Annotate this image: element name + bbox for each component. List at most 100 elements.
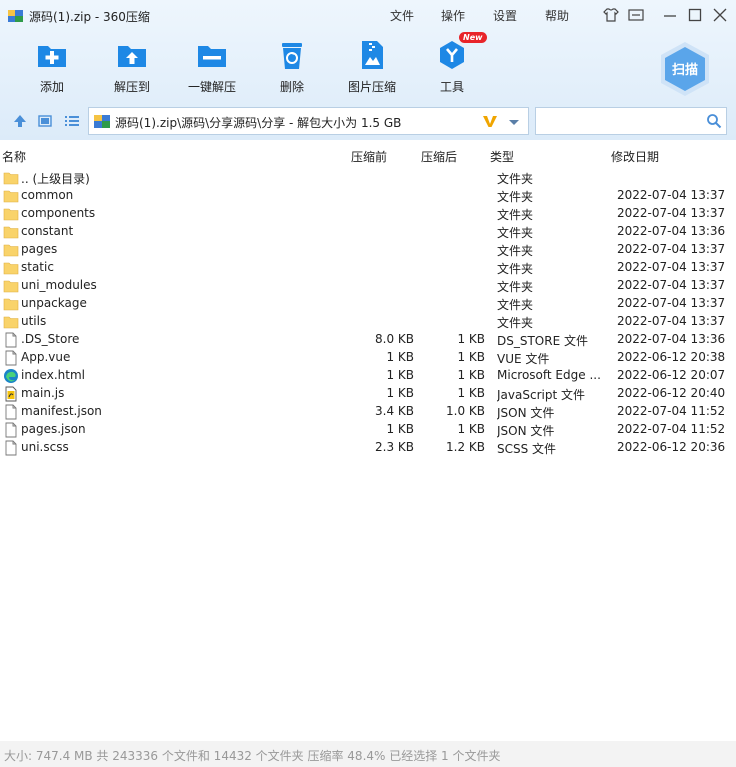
maximize-icon[interactable] <box>686 6 704 24</box>
search-input[interactable] <box>540 112 700 130</box>
extract-to-icon <box>118 46 146 67</box>
top-band: 源码(1).zip - 360压缩 文件 操作 设置 帮助 添加 解压到 一键解… <box>0 0 736 140</box>
file-row[interactable]: uni_modules 文件夹 2022-07-04 13:37 <box>0 277 736 295</box>
column-date[interactable]: 修改日期 <box>611 148 659 165</box>
app-logo-icon <box>8 10 23 22</box>
file-date: 2022-07-04 13:37 <box>617 260 726 274</box>
add-label: 添加 <box>39 80 64 94</box>
file-size-after: 1.0 KB <box>446 404 485 418</box>
file-date: 2022-07-04 11:52 <box>617 422 726 436</box>
extract-to-label: 解压到 <box>113 80 150 94</box>
tools-icon <box>440 41 464 69</box>
file-size-after: 1 KB <box>457 422 485 436</box>
tools-label: 工具 <box>439 80 464 94</box>
address-path: 源码(1).zip\源码\分享源码\分享 - 解包大小为 1.5 GB <box>115 116 402 130</box>
file-name: utils <box>21 314 47 328</box>
file-name: manifest.json <box>21 404 102 418</box>
file-name: pages.json <box>21 422 86 436</box>
file-type: 文件夹 <box>497 280 534 294</box>
scan-button[interactable]: 扫描 <box>656 40 714 98</box>
file-size-before: 1 KB <box>386 350 414 364</box>
file-type: 文件夹 <box>497 298 534 312</box>
image-compress-button[interactable]: 图片压缩 <box>336 38 408 96</box>
file-date: 2022-07-04 13:37 <box>617 296 726 310</box>
file-row[interactable]: pages.json 1 KB 1 KB JSON 文件 2022-07-04 11:5… <box>0 421 736 439</box>
file-name: static <box>21 260 54 274</box>
file-row[interactable]: static 文件夹 2022-07-04 13:37 <box>0 259 736 277</box>
tools-button[interactable]: New 工具 <box>416 32 488 96</box>
file-row[interactable]: utils 文件夹 2022-07-04 13:37 <box>0 313 736 331</box>
v-logo-icon[interactable] <box>482 113 498 129</box>
new-badge: New <box>459 32 487 43</box>
search-icon[interactable] <box>706 113 722 129</box>
file-row[interactable]: manifest.json 3.4 KB 1.0 KB JSON 文件 2022-07-… <box>0 403 736 421</box>
file-name: .DS_Store <box>21 332 80 346</box>
file-icon <box>5 422 17 438</box>
file-row[interactable]: main.js 1 KB 1 KB JavaScript 文件 2022-06-12 2… <box>0 385 736 403</box>
file-size-before: 3.4 KB <box>375 404 414 418</box>
folder-icon <box>3 190 19 203</box>
file-type: Microsoft Edge ... <box>497 368 601 382</box>
list-view-icon[interactable] <box>64 113 80 129</box>
file-row[interactable]: components 文件夹 2022-07-04 13:37 <box>0 205 736 223</box>
file-type: 文件夹 <box>497 226 534 240</box>
extract-to-button[interactable]: 解压到 <box>96 38 168 96</box>
delete-button[interactable]: 删除 <box>256 38 328 96</box>
edge-icon <box>4 369 18 383</box>
file-type: JSON 文件 <box>497 424 555 438</box>
skin-shirt-icon[interactable] <box>602 6 620 24</box>
minimize-icon[interactable] <box>661 6 679 24</box>
folder-icon <box>3 244 19 257</box>
title-bar: 源码(1).zip - 360压缩 文件 操作 设置 帮助 <box>0 0 736 30</box>
file-size-after: 1.2 KB <box>446 440 485 454</box>
chevron-down-icon[interactable] <box>506 114 522 130</box>
file-row[interactable]: pages 文件夹 2022-07-04 13:37 <box>0 241 736 259</box>
address-bar[interactable]: 源码(1).zip\源码\分享源码\分享 - 解包大小为 1.5 GB <box>88 107 529 135</box>
file-date: 2022-06-12 20:40 <box>617 386 726 400</box>
file-size-after: 1 KB <box>457 368 485 382</box>
column-name[interactable]: 名称 <box>2 148 26 165</box>
menu-operation[interactable]: 操作 <box>441 7 465 24</box>
file-row[interactable]: constant 文件夹 2022-07-04 13:36 <box>0 223 736 241</box>
file-date: 2022-07-04 13:37 <box>617 314 726 328</box>
column-type[interactable]: 类型 <box>490 148 514 165</box>
folder-icon <box>3 298 19 311</box>
file-row[interactable]: .. (上级目录) 文件夹 <box>0 169 736 187</box>
one-click-extract-button[interactable]: 一键解压 <box>176 38 248 96</box>
file-type: 文件夹 <box>497 262 534 276</box>
folder-icon <box>3 172 19 185</box>
menu-help[interactable]: 帮助 <box>545 7 569 24</box>
file-row[interactable]: common 文件夹 2022-07-04 13:37 <box>0 187 736 205</box>
file-row[interactable]: unpackage 文件夹 2022-07-04 13:37 <box>0 295 736 313</box>
column-before[interactable]: 压缩前 <box>351 148 387 165</box>
file-name: constant <box>21 224 74 238</box>
file-name: uni_modules <box>21 278 97 292</box>
file-row[interactable]: App.vue 1 KB 1 KB VUE 文件 2022-06-12 20:38 <box>0 349 736 367</box>
file-name: common <box>21 188 74 202</box>
up-arrow-icon[interactable] <box>12 113 28 129</box>
thumbnail-view-icon[interactable] <box>37 113 53 129</box>
menu-settings[interactable]: 设置 <box>493 7 517 24</box>
menu-file[interactable]: 文件 <box>390 7 414 24</box>
file-size-after: 1 KB <box>457 386 485 400</box>
search-box[interactable] <box>535 107 727 135</box>
folder-icon <box>3 316 19 329</box>
file-row[interactable]: .DS_Store 8.0 KB 1 KB DS_STORE 文件 2022-07-04… <box>0 331 736 349</box>
file-name: index.html <box>21 368 85 382</box>
file-date: 2022-07-04 13:37 <box>617 188 726 202</box>
file-row[interactable]: uni.scss 2.3 KB 1.2 KB SCSS 文件 2022-06-12 20… <box>0 439 736 457</box>
file-name: components <box>21 206 96 220</box>
scan-label: 扫描 <box>672 62 698 78</box>
file-size-before: 8.0 KB <box>375 332 414 346</box>
file-row[interactable]: index.html 1 KB 1 KB Microsoft Edge ... 2022… <box>0 367 736 385</box>
feedback-icon[interactable] <box>627 6 645 24</box>
one-click-extract-icon <box>198 46 226 67</box>
file-type: 文件夹 <box>497 172 534 186</box>
close-icon[interactable] <box>711 6 729 24</box>
file-date: 2022-07-04 11:52 <box>617 404 726 418</box>
folder-icon <box>3 262 19 275</box>
delete-label: 删除 <box>279 80 304 94</box>
file-type: DS_STORE 文件 <box>497 334 588 348</box>
column-after[interactable]: 压缩后 <box>421 148 457 165</box>
add-button[interactable]: 添加 <box>16 38 88 96</box>
